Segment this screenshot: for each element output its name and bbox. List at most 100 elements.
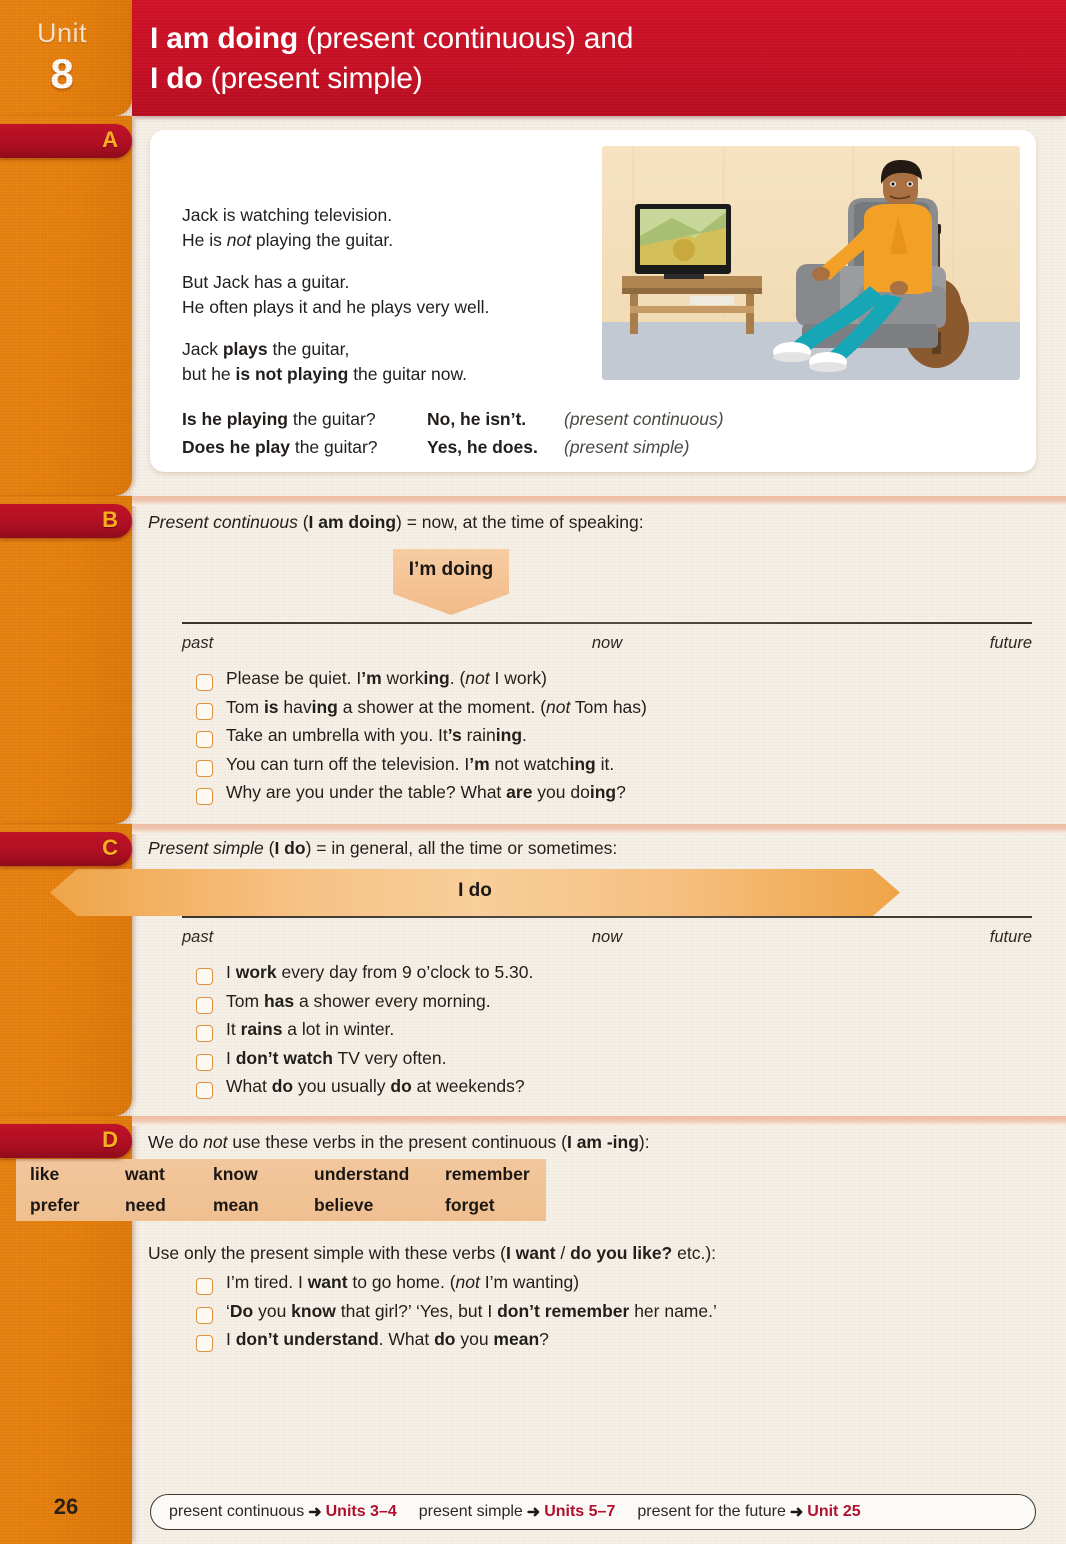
p3-line2-a: but he xyxy=(182,364,236,384)
section-tab-d[interactable]: D xyxy=(0,1124,132,1158)
arrow-icon: ➜ xyxy=(526,1504,541,1521)
section-c: Present simple (I do) = in general, all … xyxy=(132,824,1066,1116)
list-item: It rains a lot in winter. xyxy=(182,1019,1032,1048)
qa-q1-bold: Is he playing xyxy=(182,409,288,429)
section-c-lead-italic: Present simple xyxy=(148,838,264,858)
page-number: 26 xyxy=(53,1494,79,1519)
verb-cell: like xyxy=(30,1164,60,1184)
section-tab-c[interactable]: C xyxy=(0,832,132,866)
paragraph-2: But Jack has a guitar. He often plays it… xyxy=(182,270,489,320)
list-item: Tom has a shower every morning. xyxy=(182,991,1032,1020)
section-b-lead-bold: I am doing xyxy=(308,512,397,532)
verb-cell: need xyxy=(125,1195,166,1215)
page-header: I am doing (present continuous) and I do… xyxy=(132,0,1066,116)
list-item: ‘Do you know that girl?’ ‘Yes, but I don… xyxy=(182,1301,1032,1330)
ref-label-3: present for the future xyxy=(637,1503,786,1520)
illustration-svg xyxy=(602,146,1020,380)
section-letter-b: B xyxy=(102,507,118,532)
arrow-icon: ➜ xyxy=(308,1504,322,1521)
ref-target-1[interactable]: Units 3–4 xyxy=(326,1503,397,1521)
timeline-c-axis xyxy=(182,916,1032,918)
section-letter-c: C xyxy=(102,835,118,860)
stative-verbs-table: like want know understand remember prefe… xyxy=(16,1159,546,1221)
list-item: Why are you under the table? What are yo… xyxy=(182,782,1032,811)
timeline-c-future: future xyxy=(989,928,1032,946)
section-d-lead-2: Use only the present simple with these v… xyxy=(148,1243,717,1263)
list-item: Tom is having a shower at the moment. (n… xyxy=(182,697,1032,726)
question-answer-block: Is he playing the guitar? No, he isn’t. … xyxy=(182,405,724,461)
section-b-bullets: Please be quiet. I’m working. (not I wor… xyxy=(182,668,1032,811)
verb-cell: believe xyxy=(314,1195,374,1215)
page-title-line-1: I am doing (present continuous) and xyxy=(150,22,633,56)
title-line-2-rest: (present simple) xyxy=(202,62,423,95)
qa-question-1: Is he playing the guitar? xyxy=(182,405,427,433)
cross-reference-bar: present continuous ➜ Units 3–4 present sim… xyxy=(150,1494,1036,1530)
section-c-bullets: I work every day from 9 o’clock to 5.30.… xyxy=(182,962,1032,1105)
section-c-lead-bold: I do xyxy=(274,838,306,858)
section-b: Present continuous (I am doing) = now, a… xyxy=(132,496,1066,824)
list-item: You can turn off the television. I’m not… xyxy=(182,754,1032,783)
p1-line1: Jack is watching television. xyxy=(182,205,393,225)
p3-line1-c: the guitar, xyxy=(267,339,350,359)
p1-line2-a: He is xyxy=(182,230,227,250)
qa-question-2: Does he play the guitar? xyxy=(182,433,427,461)
qa-label-1: (present continuous) xyxy=(564,409,724,429)
title-line-1-rest: (present continuous) and xyxy=(298,22,634,55)
paragraph-3: Jack plays the guitar, but he is not pla… xyxy=(182,337,467,387)
verb-cell: forget xyxy=(445,1195,495,1215)
timeline-marker-present-simple: I do xyxy=(50,869,900,916)
timeline-b-axis xyxy=(182,622,1032,624)
p2-line1: But Jack has a guitar. xyxy=(182,272,350,292)
p2-line2: He often plays it and he plays very well… xyxy=(182,297,490,317)
section-d-bullets: I’m tired. I want to go home. (not I’m w… xyxy=(182,1272,1032,1358)
timeline-b-now: now xyxy=(591,634,623,652)
qa-q2-rest: the guitar? xyxy=(289,437,378,457)
page-title-line-2: I do (present simple) xyxy=(150,62,423,96)
unit-word: Unit xyxy=(36,18,87,48)
list-item: I don’t watch TV very often. xyxy=(182,1048,1032,1077)
arrow-icon: ➜ xyxy=(789,1504,804,1521)
p3-line1-bold: plays xyxy=(222,339,268,359)
section-b-lead-open: ( xyxy=(297,512,309,532)
p1-line2-italic: not xyxy=(226,230,252,250)
textbook-page: Unit 8 I am doing (present continuous) a… xyxy=(0,0,1066,1544)
timeline-marker-b-label: I’m doing xyxy=(408,559,494,580)
ref-target-3[interactable]: Unit 25 xyxy=(807,1503,860,1521)
qa-row: Is he playing the guitar? No, he isn’t. … xyxy=(182,405,724,433)
qa-q1-rest: the guitar? xyxy=(288,409,376,429)
verb-cell: know xyxy=(213,1164,258,1184)
qa-answer-2: Yes, he does. xyxy=(427,433,564,461)
title-line-2-bold: I do xyxy=(150,62,203,95)
verb-table-row-1: like want know understand remember xyxy=(16,1159,546,1190)
list-item: I don’t understand. What do you mean? xyxy=(182,1329,1032,1358)
ref-target-2[interactable]: Units 5–7 xyxy=(544,1503,615,1521)
section-tab-a[interactable]: A xyxy=(0,124,132,158)
rail-section-b xyxy=(0,496,132,824)
verb-cell: mean xyxy=(213,1195,259,1215)
list-item: Please be quiet. I’m working. (not I wor… xyxy=(182,668,1032,697)
list-item: I work every day from 9 o’clock to 5.30. xyxy=(182,962,1032,991)
section-tab-b[interactable]: B xyxy=(0,504,132,538)
section-b-lead-rest: ) = now, at the time of speaking: xyxy=(396,512,644,532)
section-d-lead: We do not use these verbs in the present… xyxy=(148,1132,650,1152)
unit-tab: Unit 8 xyxy=(0,0,132,116)
timeline-b-future: future xyxy=(989,634,1032,652)
rail-section-c xyxy=(0,824,132,1116)
section-c-lead-open: ( xyxy=(263,838,275,858)
qa-q2-bold: Does he play xyxy=(182,437,290,457)
qa-a2-text: Yes, he does. xyxy=(427,437,538,457)
illustration-man-watching-tv xyxy=(602,146,1020,380)
verb-cell: prefer xyxy=(30,1195,80,1215)
section-a: Jack is watching television. He is not p… xyxy=(132,116,1066,496)
section-b-lead-italic: Present continuous xyxy=(148,512,298,532)
section-letter-a: A xyxy=(102,127,118,152)
list-item: Take an umbrella with you. It’s raining. xyxy=(182,725,1032,754)
p3-line2-c: the guitar now. xyxy=(348,364,468,384)
qa-label-2: (present simple) xyxy=(564,437,690,457)
unit-number: 8 xyxy=(50,50,74,97)
timeline-c-now: now xyxy=(591,928,623,946)
list-item: What do you usually do at weekends? xyxy=(182,1076,1032,1105)
rail-section-a xyxy=(0,116,132,496)
section-a-card: Jack is watching television. He is not p… xyxy=(150,130,1036,472)
p3-line2-bold: is not playing xyxy=(235,364,349,384)
